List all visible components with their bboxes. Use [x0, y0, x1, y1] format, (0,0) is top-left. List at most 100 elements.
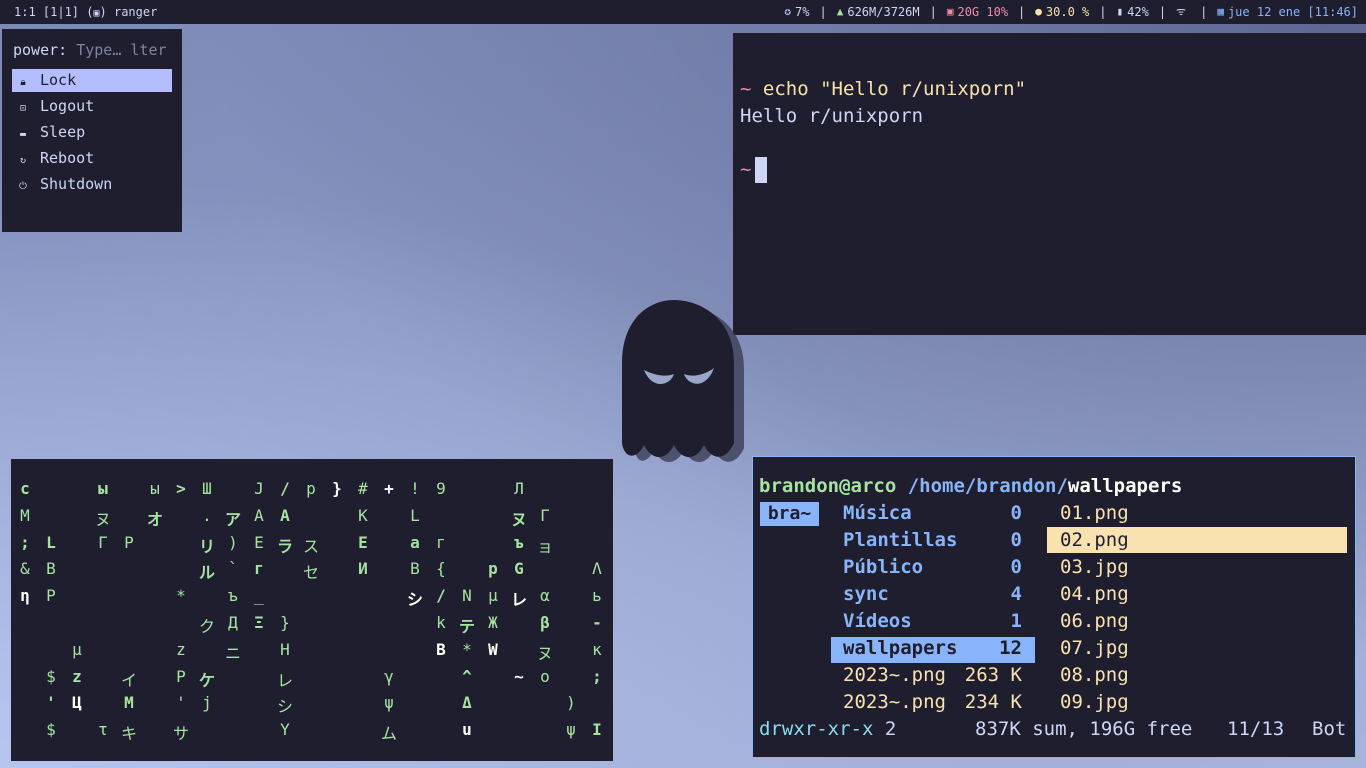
power-prompt[interactable]: power: Type… lter [13, 41, 167, 59]
file-item[interactable]: 09.jpg [1060, 691, 1129, 713]
file-item[interactable]: 04.png [1060, 583, 1129, 605]
matrix-glyph: г [254, 559, 264, 579]
matrix-glyph: ' [46, 693, 56, 713]
matrix-glyph: p [306, 479, 316, 498]
matrix-glyph: / [436, 586, 446, 606]
temp-module: ● 30.0 % [1035, 0, 1089, 24]
filter-input[interactable]: Type… lter [76, 41, 166, 59]
matrix-glyph: Y [280, 720, 290, 740]
prompt-tilde: ~ [740, 78, 752, 100]
matrix-glyph: - [592, 613, 602, 632]
matrix-glyph: ы [98, 479, 108, 498]
matrix-glyph: г [436, 532, 446, 552]
power-item-reboot[interactable]: ↻ Reboot [12, 147, 172, 170]
matrix-glyph: キ [120, 724, 137, 744]
file-item[interactable]: 07.jpg [1060, 637, 1129, 659]
matrix-glyph: Л [514, 479, 524, 498]
matrix-glyph: サ [172, 724, 189, 744]
battery-icon: ▮ [1116, 5, 1124, 18]
parent-dir-item[interactable]: bra~ [760, 502, 819, 526]
battery-value: 42% [1127, 5, 1149, 19]
matrix-glyph: { [436, 559, 446, 579]
separator: | [1158, 5, 1167, 19]
file-item[interactable]: 2023~.png [843, 664, 946, 686]
matrix-glyph: } [280, 613, 290, 632]
matrix-glyph: ' [176, 693, 186, 713]
matrix-glyph: μ [488, 586, 498, 606]
matrix-glyph: * [176, 586, 186, 606]
matrix-glyph: セ [302, 563, 319, 583]
dir-item[interactable]: sync [843, 583, 889, 605]
file-item[interactable]: 02.png [1060, 529, 1129, 551]
memory-value: 626M/3726M [847, 5, 920, 19]
matrix-glyph: ラ [276, 536, 293, 556]
matrix-glyph: H [280, 639, 290, 659]
file-item[interactable]: 2023~.png [843, 691, 946, 713]
matrix-glyph: _ [254, 586, 264, 606]
lock-icon: 🔒︎ [20, 77, 26, 88]
workspace-indicator[interactable]: 1:1 [1|1] (▣) ranger [0, 0, 157, 24]
power-item-label: Shutdown [40, 175, 113, 193]
terminal-window[interactable]: ~ echo "Hello r/unixporn" Hello r/unixpo… [733, 33, 1366, 335]
cpu-icon: ✪ [784, 5, 792, 18]
matrix-glyph: ъ [514, 532, 524, 552]
matrix-glyph: ) [566, 693, 576, 713]
dir-item[interactable]: Vídeos [843, 610, 912, 632]
dir-item[interactable]: Plantillas [843, 529, 957, 551]
matrix-glyph: . [202, 505, 212, 525]
dir-item[interactable]: Música [843, 502, 912, 524]
separator: | [1099, 5, 1107, 19]
file-item[interactable]: 08.png [1060, 664, 1129, 686]
matrix-glyph: ケ [198, 670, 215, 690]
dir-item[interactable]: wallpapers [843, 637, 957, 659]
file-item[interactable]: 06.png [1060, 610, 1129, 632]
wifi-icon: ᯤ [1176, 5, 1187, 18]
item-size: 1 [1010, 610, 1022, 632]
file-item[interactable]: 03.jpg [1060, 556, 1129, 578]
power-item-sleep[interactable]: ▬ Sleep [12, 121, 172, 144]
reboot-icon: ↻ [19, 155, 27, 166]
dir-item[interactable]: Público [843, 556, 923, 578]
matrix-glyph: I [592, 720, 602, 740]
disk-summary: 837K sum, 196G free [975, 718, 1193, 740]
matrix-glyph: ヌ [510, 509, 527, 529]
matrix-glyph: p [488, 559, 498, 579]
matrix-glyph: ク [198, 617, 215, 636]
matrix-glyph: z [176, 639, 186, 659]
power-item-label: Logout [40, 97, 95, 115]
matrix-glyph: Γ [98, 532, 108, 552]
power-item-label: Lock [40, 71, 77, 89]
matrix-glyph: β [540, 613, 550, 632]
matrix-glyph: ル [198, 563, 215, 583]
separator: | [1018, 5, 1026, 19]
matrix-glyph: B [410, 559, 420, 579]
disk-icon: ▣ [946, 5, 954, 18]
file-item[interactable]: 01.png [1060, 502, 1129, 524]
power-icon: ⏻ [19, 181, 27, 192]
matrix-glyph: Д [228, 613, 238, 632]
matrix-glyph: η [20, 586, 30, 606]
ghost-logo [622, 300, 744, 462]
matrix-glyph: + [384, 479, 394, 498]
matrix-glyph: レ [276, 670, 293, 690]
link-count: 2 [884, 718, 897, 740]
power-item-lock[interactable]: 🔒︎ Lock [12, 69, 172, 92]
ranger-header: brandon@arco /home/brandon/wallpapers [759, 475, 1182, 497]
item-size: 263 K [964, 664, 1022, 686]
status-bar: 1:1 [1|1] (▣) ranger ✪ 7% | ▲ 626M/3726M |… [0, 0, 1366, 24]
matrix-glyph: G [514, 559, 524, 579]
matrix-glyph: ム [380, 724, 397, 744]
power-item-shutdown[interactable]: ⏻ Shutdown [12, 173, 172, 196]
power-item-logout[interactable]: ⊡ Logout [12, 95, 172, 118]
matrix-glyph: M [124, 693, 134, 713]
matrix-glyph: イ [120, 670, 137, 690]
input-line[interactable]: ~ [740, 157, 768, 183]
separator: | [819, 5, 827, 19]
matrix-glyph: ス [302, 536, 319, 556]
matrix-glyph: P [46, 586, 56, 606]
ranger-window[interactable]: brandon@arco /home/brandon/wallpapers br… [752, 456, 1356, 758]
matrix-glyph: / [280, 479, 290, 498]
matrix-glyph: ア [224, 509, 241, 529]
matrix-glyph: k [436, 613, 446, 632]
matrix-glyph: $ [46, 666, 56, 686]
